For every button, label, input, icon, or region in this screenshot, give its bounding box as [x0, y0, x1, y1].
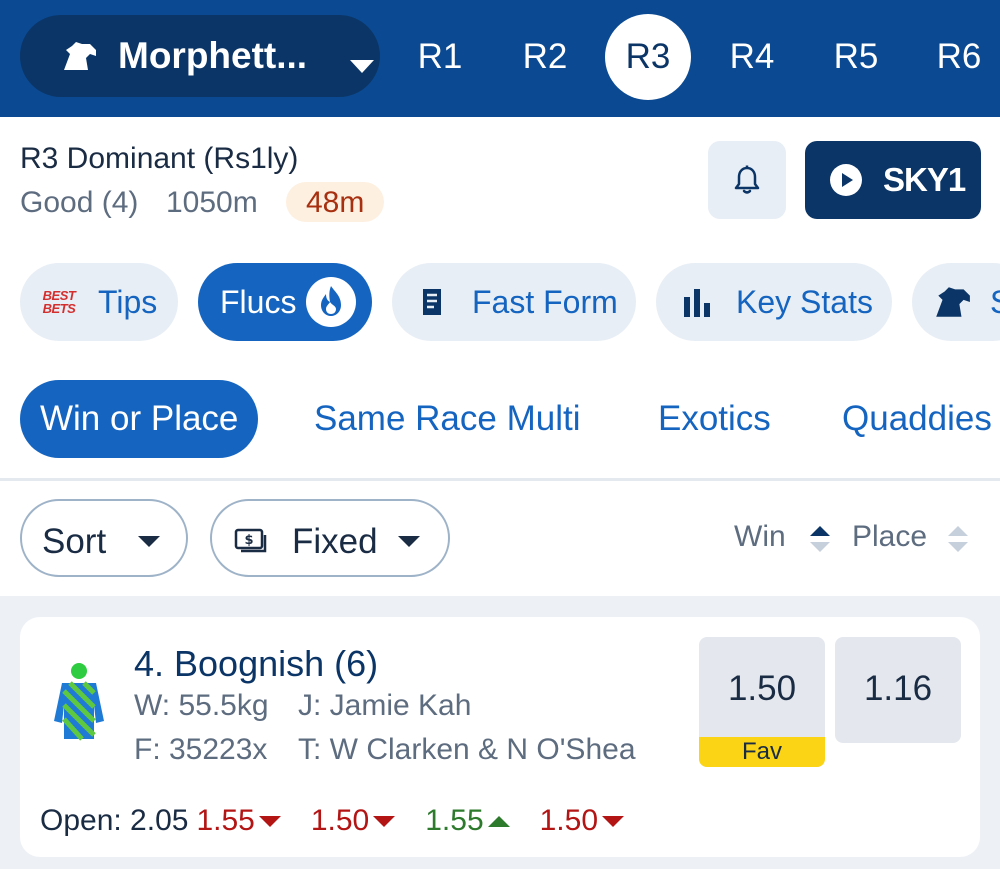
race-tab-r3[interactable]: R3 — [605, 14, 691, 100]
key-stats-label: Key Stats — [736, 284, 873, 320]
runner-name: 4. Boognish (6) — [134, 643, 379, 684]
sectionals-chip[interactable]: S — [912, 263, 1000, 341]
race-tab-r6[interactable]: R6 — [916, 18, 1000, 96]
play-icon — [830, 164, 862, 196]
jockey-silks-icon — [54, 663, 104, 741]
win-column-header[interactable]: Win — [734, 520, 786, 554]
price-type-dropdown[interactable]: $ Fixed — [210, 499, 450, 577]
venue-selector[interactable]: Morphett... — [20, 15, 380, 97]
arrow-down-icon — [258, 815, 281, 827]
price-type-label: Fixed — [292, 522, 378, 561]
sort-label: Sort — [42, 522, 107, 561]
chevron-down-icon — [398, 536, 420, 547]
runner-jockey: J: Jamie Kah — [298, 689, 472, 722]
best-bets-icon: BEST BETS — [42, 288, 76, 316]
key-stats-chip[interactable]: Key Stats — [656, 263, 892, 341]
runner-weight: W: 55.5kg — [134, 689, 269, 722]
bell-icon — [734, 165, 760, 194]
divider — [0, 478, 1000, 481]
tab-exotics[interactable]: Exotics — [658, 380, 771, 458]
horse-head-icon — [936, 287, 970, 317]
bar-chart-icon — [684, 289, 710, 317]
horse-head-icon — [64, 42, 96, 70]
tab-same-race-multi[interactable]: Same Race Multi — [314, 380, 580, 458]
race-distance: 1050m — [166, 186, 258, 219]
flucs-chip[interactable]: Flucs — [198, 263, 372, 341]
runner-card[interactable]: 4. Boognish (6) W: 55.5kg J: Jamie Kah F… — [20, 617, 980, 857]
favourite-badge: Fav — [699, 737, 825, 767]
flucs-label: Flucs — [220, 284, 297, 320]
cash-icon: $ — [234, 528, 267, 553]
win-odds: 1.50 — [727, 669, 797, 708]
notify-button[interactable] — [708, 141, 786, 219]
race-nav-bar: Morphett... R1 R2 R3 R4 R5 R6 — [0, 0, 1000, 117]
place-odds-button[interactable]: 1.16 — [835, 637, 961, 743]
track-condition: Good (4) — [20, 186, 139, 219]
open-price: Open: 2.05 — [40, 804, 189, 837]
race-countdown: 48m — [286, 182, 385, 222]
tab-quaddies[interactable]: Quaddies — [842, 380, 992, 458]
flucs-row: Open: 2.05 1.55 1.50 1.55 1.50 — [40, 801, 654, 841]
arrow-down-icon — [602, 815, 625, 827]
win-odds-button[interactable]: 1.50 Fav — [699, 637, 825, 767]
sort-toggle-icon[interactable] — [808, 524, 832, 554]
arrow-up-icon — [487, 815, 510, 827]
fluc-value: 1.55 — [196, 804, 255, 837]
chevron-down-icon — [138, 536, 160, 547]
race-tab-r1[interactable]: R1 — [397, 18, 483, 96]
fluc-value: 1.55 — [425, 804, 484, 837]
flame-icon — [306, 277, 356, 327]
runner-form: F: 35223x — [134, 733, 268, 766]
stream-label: SKY1 — [883, 161, 966, 198]
fast-form-label: Fast Form — [472, 284, 618, 320]
place-odds: 1.16 — [863, 669, 933, 708]
race-tab-r2[interactable]: R2 — [502, 18, 588, 96]
stream-button[interactable]: SKY1 — [805, 141, 981, 219]
place-column-header[interactable]: Place — [852, 520, 927, 554]
svg-text:$: $ — [244, 533, 253, 548]
sort-dropdown[interactable]: Sort — [20, 499, 188, 577]
race-title: R3 Dominant (Rs1ly) — [20, 142, 299, 175]
form-document-icon — [423, 289, 441, 315]
tab-win-or-place[interactable]: Win or Place — [20, 380, 259, 458]
fluc-value: 1.50 — [310, 804, 370, 837]
sectionals-label: S — [990, 284, 1000, 321]
tips-label: Tips — [98, 284, 158, 320]
fluc-value: 1.50 — [539, 804, 599, 837]
runner-trainer: T: W Clarken & N O'Shea — [298, 733, 636, 766]
race-tab-r5[interactable]: R5 — [813, 18, 899, 96]
sort-toggle-icon[interactable] — [946, 524, 970, 554]
tips-chip[interactable]: BEST BETS Tips — [20, 263, 178, 341]
venue-name: Morphett... — [118, 35, 308, 76]
race-tab-r4[interactable]: R4 — [709, 18, 795, 96]
chevron-down-icon — [350, 60, 374, 73]
fast-form-chip[interactable]: Fast Form — [392, 263, 636, 341]
arrow-down-icon — [373, 815, 396, 827]
